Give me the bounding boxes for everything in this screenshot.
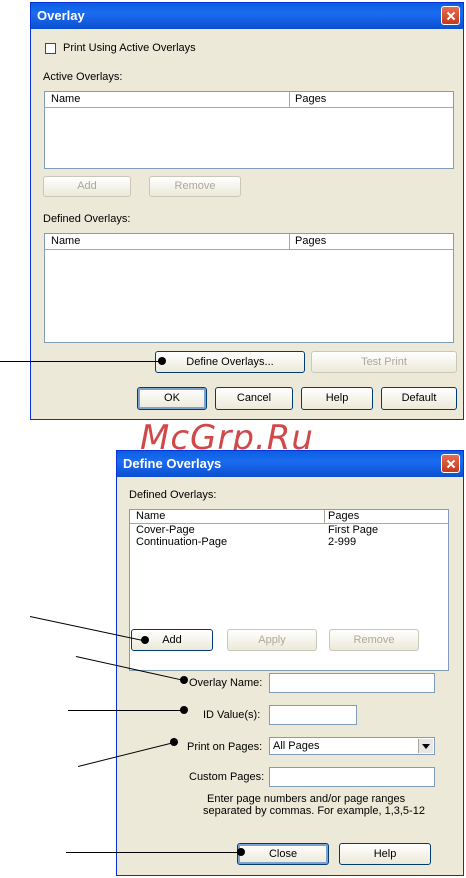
close-icon[interactable]	[441, 454, 460, 473]
callout-line	[66, 852, 242, 853]
id-values-label: ID Value(s):	[203, 709, 261, 721]
custom-pages-label: Custom Pages:	[189, 771, 265, 783]
overlay-dialog: Overlay Print Using Active Overlays Acti…	[30, 2, 464, 420]
add-button[interactable]: Add	[43, 176, 131, 197]
hint-line-2: separated by commas. For example, 1,3,5-…	[203, 805, 425, 817]
print-on-pages-value: All Pages	[273, 740, 320, 752]
defined-overlays-header: Name Pages	[45, 234, 453, 250]
callout-dot	[170, 738, 178, 746]
print-active-overlays-checkbox[interactable]	[45, 43, 56, 54]
active-overlays-header: Name Pages	[45, 92, 453, 108]
define-overlays-dialog: Define Overlays Defined Overlays: Name P…	[116, 450, 464, 876]
defined-overlays-list[interactable]: Name Pages	[44, 233, 454, 343]
overlay-name-input[interactable]	[269, 673, 435, 693]
hint-line-1: Enter page numbers and/or page ranges	[207, 793, 406, 805]
print-active-overlays-label: Print Using Active Overlays	[63, 42, 196, 54]
callout-dot	[141, 636, 149, 644]
callout-dot	[237, 848, 245, 856]
cancel-button[interactable]: Cancel	[215, 387, 293, 410]
help-button[interactable]: Help	[301, 387, 373, 410]
define-title-bar: Define Overlays	[117, 451, 463, 477]
apply-button[interactable]: Apply	[227, 629, 317, 651]
active-overlays-list[interactable]: Name Pages	[44, 91, 454, 169]
callout-dot	[180, 706, 188, 714]
row-pages: 2-999	[328, 536, 357, 548]
chevron-down-icon[interactable]	[418, 739, 433, 753]
overlay-name-label: Overlay Name:	[189, 677, 263, 689]
overlay-title-bar: Overlay	[31, 3, 463, 29]
column-pages[interactable]: Pages	[328, 510, 359, 522]
custom-pages-input[interactable]	[269, 767, 435, 787]
remove-button[interactable]: Remove	[149, 176, 241, 197]
defined-overlays-label: Defined Overlays:	[129, 489, 217, 501]
overlay-title: Overlay	[37, 8, 85, 23]
remove-button[interactable]: Remove	[329, 629, 419, 651]
define-overlays-button[interactable]: Define Overlays...	[155, 351, 305, 373]
row-pages: First Page	[328, 524, 379, 536]
callout-line	[68, 710, 184, 711]
column-name[interactable]: Name	[51, 93, 80, 105]
table-row[interactable]: Continuation-Page	[136, 536, 436, 548]
id-values-input[interactable]	[269, 705, 357, 725]
row-name: Continuation-Page	[136, 536, 228, 548]
close-icon[interactable]	[441, 6, 460, 25]
table-row[interactable]: Cover-Page	[136, 524, 436, 536]
row-name: Cover-Page	[136, 524, 195, 536]
callout-dot	[158, 357, 166, 365]
define-title: Define Overlays	[123, 456, 222, 471]
column-pages[interactable]: Pages	[295, 93, 326, 105]
callout-dot	[180, 676, 188, 684]
print-on-pages-label: Print on Pages:	[187, 741, 263, 753]
test-print-button[interactable]: Test Print	[311, 351, 457, 373]
active-overlays-label: Active Overlays:	[43, 71, 123, 83]
print-on-pages-select[interactable]: All Pages	[269, 737, 435, 755]
column-pages[interactable]: Pages	[295, 235, 326, 247]
close-button[interactable]: Close	[237, 843, 329, 865]
column-name[interactable]: Name	[136, 510, 165, 522]
defined-overlays-label: Defined Overlays:	[43, 213, 131, 225]
default-button[interactable]: Default	[381, 387, 457, 410]
callout-line	[0, 361, 162, 362]
help-button[interactable]: Help	[339, 843, 431, 865]
defined-overlays-header: Name Pages	[130, 510, 448, 524]
column-name[interactable]: Name	[51, 235, 80, 247]
ok-button[interactable]: OK	[137, 387, 207, 410]
